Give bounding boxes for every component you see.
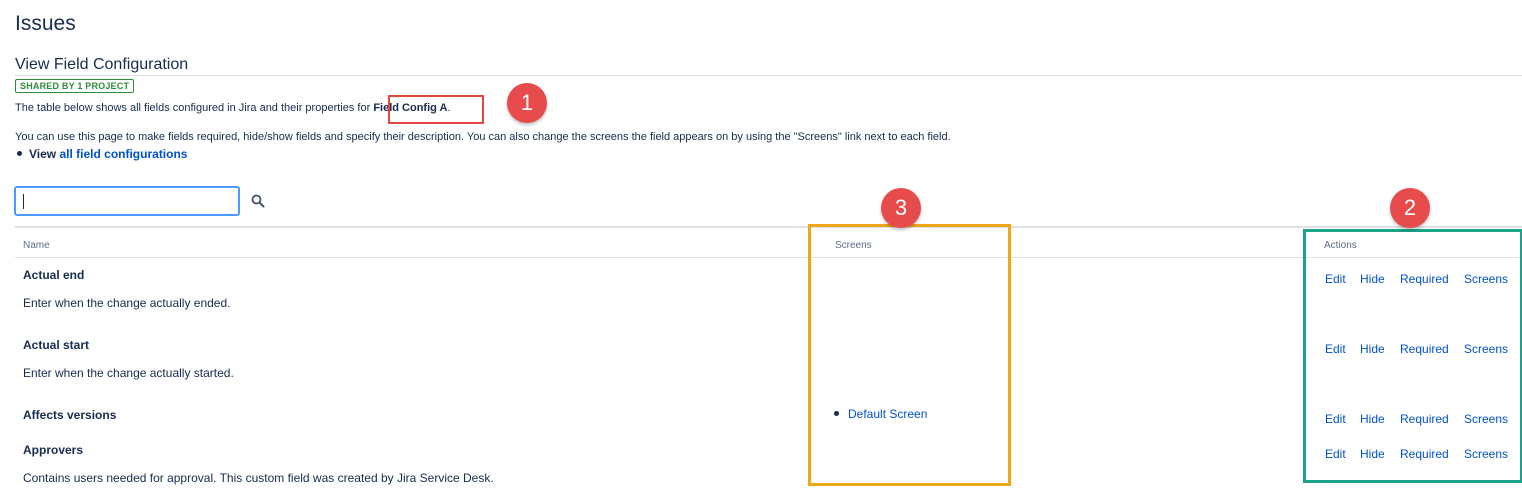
text-cursor bbox=[23, 194, 24, 209]
table-top-border bbox=[15, 226, 1522, 228]
field-name: Actual end bbox=[23, 268, 85, 282]
field-description: Enter when the change actually started. bbox=[23, 366, 234, 380]
view-prefix: View bbox=[29, 147, 60, 161]
search-icon[interactable] bbox=[251, 194, 265, 208]
view-all-configs-link[interactable]: all field configurations bbox=[59, 147, 187, 161]
section-divider bbox=[15, 75, 1522, 76]
column-header-name: Name bbox=[23, 240, 50, 251]
intro-text: The table below shows all fields configu… bbox=[15, 102, 451, 114]
view-all-configs-item: View all field configurations bbox=[17, 147, 187, 161]
highlight-box-screens bbox=[808, 224, 1011, 486]
section-title: View Field Configuration bbox=[15, 56, 189, 73]
intro-prefix: The table below shows all fields configu… bbox=[15, 102, 374, 114]
field-name: Approvers bbox=[23, 443, 84, 457]
field-name: Actual start bbox=[23, 338, 90, 352]
search-input[interactable] bbox=[14, 186, 240, 216]
annotation-marker-3: 3 bbox=[881, 188, 921, 228]
annotation-marker-1: 1 bbox=[507, 83, 547, 123]
page-title: Issues bbox=[15, 12, 76, 35]
shared-badge[interactable]: SHARED BY 1 PROJECT bbox=[15, 79, 135, 93]
highlight-box-config-name bbox=[388, 95, 484, 124]
header-divider bbox=[15, 257, 1522, 258]
field-name: Affects versions bbox=[23, 408, 117, 422]
help-text: You can use this page to make fields req… bbox=[15, 131, 951, 143]
bullet-icon bbox=[17, 151, 22, 157]
field-description: Contains users needed for approval. This… bbox=[23, 471, 494, 485]
annotation-marker-2: 2 bbox=[1390, 188, 1430, 228]
field-description: Enter when the change actually ended. bbox=[23, 296, 231, 310]
highlight-box-actions bbox=[1303, 229, 1522, 483]
